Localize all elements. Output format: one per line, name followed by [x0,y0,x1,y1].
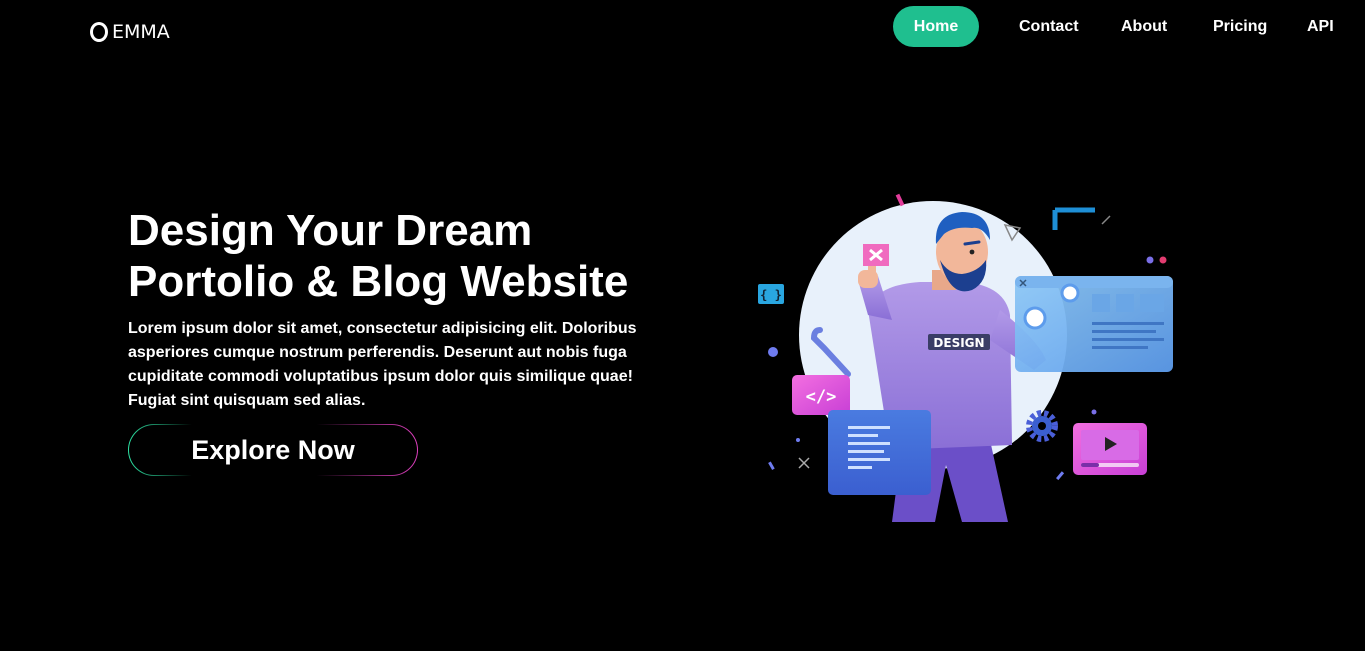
gear-icon [1026,410,1058,442]
code-line [848,442,890,445]
web-panel-block [1140,294,1164,312]
nav-home[interactable]: Home [893,6,979,47]
web-panel-toggle [1060,283,1080,303]
web-panel-block [1116,294,1134,312]
web-panel-toggle [1023,306,1047,330]
confetti-shape [895,193,905,207]
logo-ring-icon [90,22,108,42]
nav-api[interactable]: API [1307,6,1334,47]
web-panel-line [1092,330,1156,333]
dot-shape [1091,409,1097,415]
web-panel-line [1092,322,1164,325]
confetti-shape [768,461,775,470]
line-shape [1101,215,1111,225]
cross-shape [798,457,810,469]
explore-now-label: Explore Now [129,425,417,475]
hero-illustration: { } DESIGN </> [758,193,1173,522]
nav-pricing[interactable]: Pricing [1213,6,1267,47]
hero-description: Lorem ipsum dolor sit amet, consectetur … [128,320,637,409]
braces-icon: { } [760,288,782,302]
code-line [848,450,884,453]
hero-title-line1: Design Your Dream [128,206,533,255]
person-eye [969,249,975,255]
dot-shape [1159,256,1167,264]
code-line [848,426,890,429]
confetti-shape [1056,471,1065,481]
explore-now-button[interactable]: Explore Now [128,424,418,476]
dot-shape [796,438,800,442]
web-panel-block [1092,294,1110,312]
nav-contact[interactable]: Contact [1019,6,1079,47]
web-panel-line [1092,346,1148,349]
web-panel-header [1015,276,1173,288]
code-line [848,458,890,461]
video-progress-fill [1081,463,1099,467]
frame-corner-shape [1052,207,1095,230]
web-panel-line [1092,338,1164,341]
shirt-text: DESIGN [933,336,984,350]
hero-title-line2: Portolio & Blog Website [128,257,629,306]
brand-logo[interactable]: EMMA [90,21,170,43]
person-eyebrow [963,240,981,246]
code-line [848,434,878,437]
nav-about[interactable]: About [1121,6,1167,47]
code-tag-icon: </> [806,387,837,407]
brand-name: EMMA [112,21,170,43]
code-line [848,466,872,469]
dot-shape [1146,256,1154,264]
dot-shape [768,347,778,357]
hero-title: Design Your Dream Portolio & Blog Websit… [128,205,688,307]
